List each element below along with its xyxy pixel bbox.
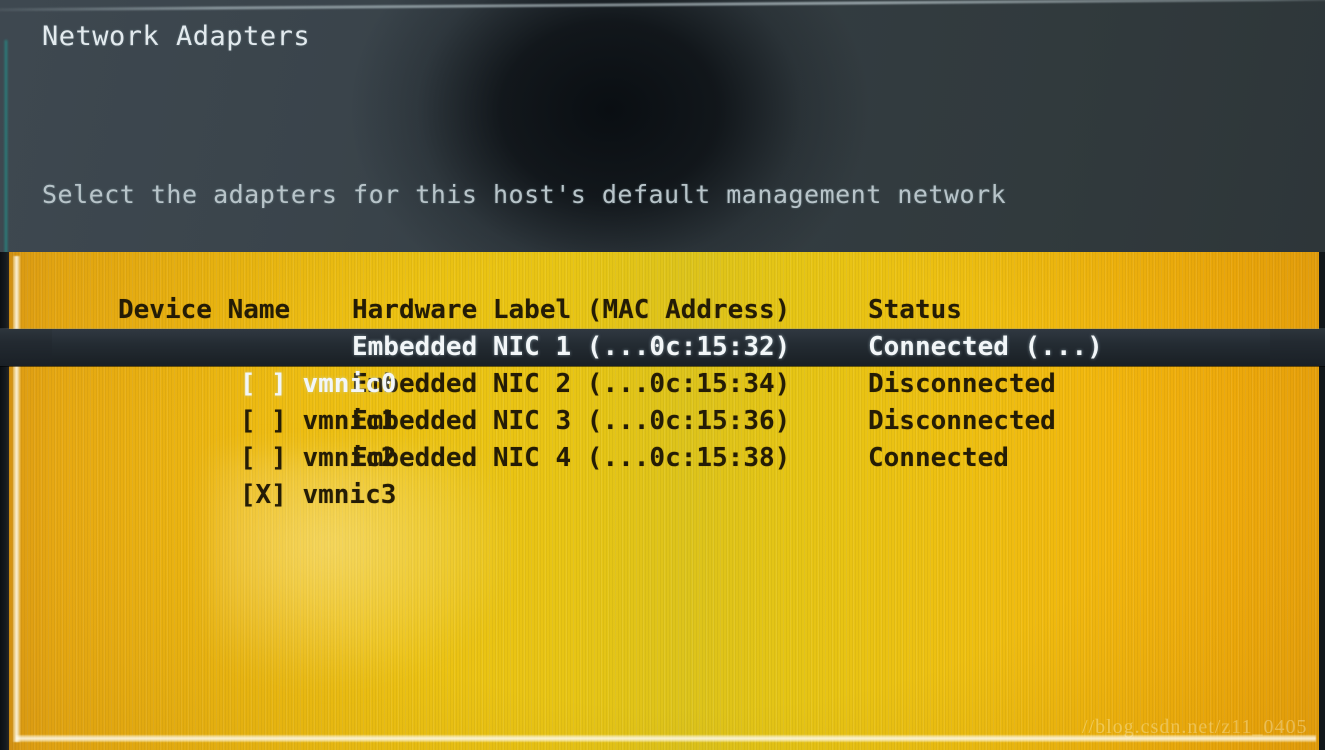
description-line-1: Select the adapters for this host's defa… (42, 180, 1007, 209)
adapter-hardware-label: Embedded NIC 2 (...0c:15:34) (352, 369, 791, 399)
adapter-status: Connected (...) (868, 332, 1103, 362)
table-row[interactable]: [ ] vmnic0 Embedded NIC 1 (...0c:15:32) … (0, 329, 1325, 399)
adapter-status: Disconnected (868, 406, 1056, 436)
adapter-status: Connected (868, 443, 1009, 473)
table-header-row: Device Name Hardware Label (MAC Address)… (0, 292, 1325, 329)
header-region: Network Adapters Select the adapters for… (0, 0, 1325, 413)
column-header-hardware-label: Hardware Label (MAC Address) (352, 295, 791, 325)
adapter-device-name: vmnic0 (302, 369, 397, 399)
dcui-screen: Network Adapters Select the adapters for… (0, 0, 1325, 750)
column-header-device-name: Device Name (118, 295, 291, 325)
adapter-checkbox[interactable]: [ ] (240, 369, 287, 399)
adapter-device-name: vmnic3 (302, 480, 397, 510)
row-checkbox-and-device-name[interactable]: [X] vmnic3 (52, 440, 397, 551)
chromatic-fringe (4, 40, 8, 255)
table-body: [ ] vmnic0 Embedded NIC 1 (...0c:15:32) … (0, 329, 1325, 510)
row-checkbox-and-device-name[interactable]: [ ] vmnic0 (52, 329, 397, 440)
bezel-bottom-highlight (16, 735, 1316, 742)
adapter-list-panel: Device Name Hardware Label (MAC Address)… (0, 252, 1325, 750)
adapter-status: Disconnected (868, 369, 1056, 399)
page-title: Network Adapters (42, 21, 311, 52)
table-row[interactable]: [X] vmnic3 Embedded NIC 4 (...0c:15:38) … (0, 440, 1325, 510)
adapter-checkbox[interactable]: [X] (240, 480, 287, 510)
adapter-hardware-label: Embedded NIC 3 (...0c:15:36) (352, 406, 791, 436)
screen-glare-streak (0, 0, 1325, 12)
adapter-hardware-label: Embedded NIC 1 (...0c:15:32) (352, 332, 791, 362)
adapter-hardware-label: Embedded NIC 4 (...0c:15:38) (352, 443, 791, 473)
column-header-status: Status (868, 295, 962, 325)
